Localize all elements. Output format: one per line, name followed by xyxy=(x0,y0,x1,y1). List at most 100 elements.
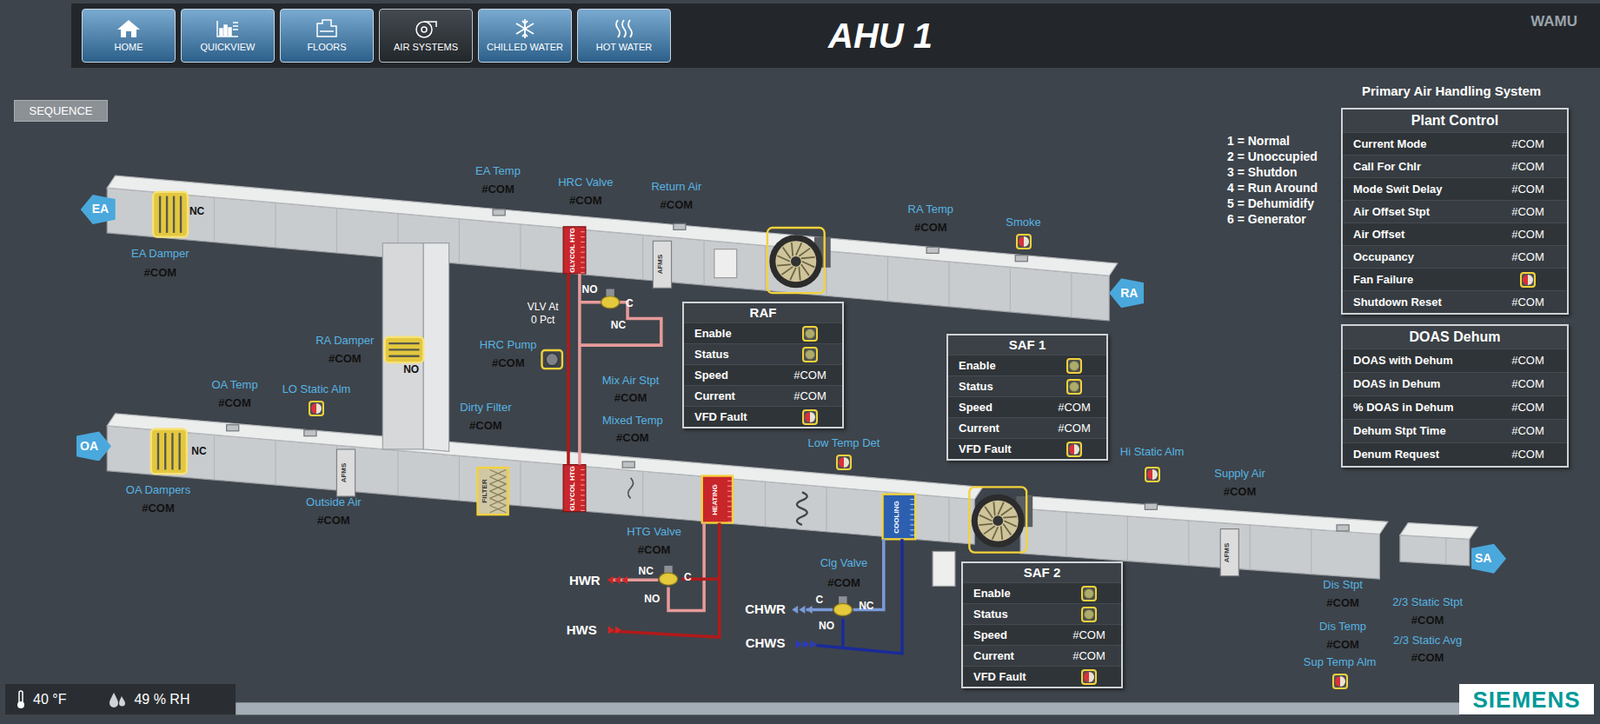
alarm-lamp-icon xyxy=(838,457,850,468)
point-value[interactable]: #COM xyxy=(1411,613,1445,627)
panel-row: Air Offset Stpt#COM xyxy=(1342,199,1567,223)
row-label: % DOAS in Dehum xyxy=(1353,398,1489,417)
point-value[interactable]: #COM xyxy=(328,351,362,366)
point-label: 2/3 Static Avg xyxy=(1393,632,1462,646)
panel-row: Dehum Stpt Time#COM xyxy=(1342,418,1567,443)
row-value-cell: #COM xyxy=(1056,647,1122,665)
panel-row: Current#COM xyxy=(962,644,1122,666)
alarm-lamp-icon xyxy=(1018,236,1030,247)
row-value-cell: #COM xyxy=(1488,203,1567,221)
flow-arrow: RA xyxy=(1108,278,1144,308)
panel-row: Enable xyxy=(962,582,1122,604)
point-value[interactable]: #COM xyxy=(614,391,648,405)
flow-arrow: OA xyxy=(76,431,112,461)
position-tag: NO xyxy=(643,592,660,605)
point-alarm[interactable] xyxy=(836,454,852,471)
row-value: #COM xyxy=(1511,422,1545,440)
row-value: #COM xyxy=(1511,158,1545,176)
row-label: Enable xyxy=(973,584,1057,603)
panel-title: RAF xyxy=(683,303,843,323)
position-tag: NC xyxy=(858,599,874,612)
point-value[interactable]: #COM xyxy=(1326,596,1360,610)
row-value: #COM xyxy=(793,387,827,405)
equipment-label: AFMS xyxy=(338,463,347,484)
row-label: Status xyxy=(958,378,1043,396)
equipment-label: GLYCOL HTG xyxy=(567,227,576,273)
nav-label: HOT WATER xyxy=(596,41,653,54)
sequence-button[interactable]: SEQUENCE xyxy=(13,99,108,122)
row-value-cell: #COM xyxy=(1488,248,1567,266)
point-value[interactable]: #COM xyxy=(469,418,503,432)
position-tag: NC xyxy=(191,444,206,458)
alarm-indicator xyxy=(836,454,852,471)
row-value: #COM xyxy=(1511,203,1545,221)
pipe-label: CHWR xyxy=(744,601,786,617)
point-alarm[interactable] xyxy=(308,400,325,417)
status-lamp-icon xyxy=(804,328,816,339)
point-alarm[interactable] xyxy=(1144,466,1161,483)
row-value-cell: #COM xyxy=(1488,293,1567,312)
point-value[interactable]: #COM xyxy=(1223,484,1257,498)
point-value[interactable]: #COM xyxy=(569,193,603,207)
row-value-cell xyxy=(777,409,843,425)
row-value-cell: #COM xyxy=(777,387,843,405)
row-value-cell: #COM xyxy=(1488,375,1567,393)
point-alarm[interactable] xyxy=(1015,233,1032,250)
nav-button[interactable]: QUICKVIEW xyxy=(180,8,275,63)
panel-row: Fan Failure xyxy=(1342,267,1567,291)
point-value[interactable]: #COM xyxy=(637,543,671,557)
nav-button[interactable]: FLOORS xyxy=(279,8,374,63)
nav-button[interactable]: AIR SYSTEMS xyxy=(378,8,473,63)
equipment-label: COOLING xyxy=(891,500,900,533)
point-value[interactable]: #COM xyxy=(616,430,650,444)
point-label: Dis Stpt xyxy=(1322,577,1363,591)
point-value[interactable]: #COM xyxy=(491,356,525,370)
mode-legend-item: 5 = Dehumidify xyxy=(1227,195,1318,212)
alarm-indicator xyxy=(1066,441,1083,458)
point-value[interactable]: #COM xyxy=(481,182,515,196)
point-label: RA Damper xyxy=(315,333,374,347)
point-value[interactable]: #COM xyxy=(827,575,861,589)
panel-row: DOAS in Dehum#COM xyxy=(1342,371,1567,396)
point-value[interactable]: #COM xyxy=(660,198,694,212)
snowflake-icon xyxy=(511,18,538,40)
mode-legend-item: 4 = Run Around xyxy=(1227,179,1318,196)
row-value-cell: #COM xyxy=(1042,419,1107,438)
nav-button[interactable]: CHILLED WATER xyxy=(478,8,572,63)
row-label: Mode Swit Delay xyxy=(1353,180,1489,199)
doas-dehum-panel: DOAS DehumDOAS with Dehum#COMDOAS in Deh… xyxy=(1341,324,1569,468)
chart-icon xyxy=(214,18,241,40)
point-label: Dis Temp xyxy=(1319,619,1367,633)
point-value[interactable]: #COM xyxy=(1411,650,1445,664)
row-value-cell: #COM xyxy=(1042,398,1107,417)
equipment-label: HEATING xyxy=(710,484,718,515)
alarm-lamp-icon xyxy=(311,403,322,414)
point-value[interactable]: #COM xyxy=(141,500,175,514)
point-value[interactable]: #COM xyxy=(144,265,178,279)
point-value[interactable]: #COM xyxy=(317,513,351,527)
nav-button[interactable]: HOME xyxy=(81,8,176,63)
panel-title: SAF 2 xyxy=(962,563,1122,583)
page-title: AHU 1 xyxy=(828,15,933,56)
point-value[interactable]: #COM xyxy=(1326,637,1360,651)
nav-label: HOME xyxy=(114,41,144,54)
row-value-cell: #COM xyxy=(1488,135,1567,153)
row-value: #COM xyxy=(1511,351,1545,370)
point-label: Clg Valve xyxy=(820,556,869,570)
outdoor-humidity: 49 % RH xyxy=(133,689,190,711)
status-indicator xyxy=(1081,585,1097,602)
position-tag: NO xyxy=(582,283,598,296)
point-value[interactable]: #COM xyxy=(914,219,948,233)
mode-legend-item: 1 = Normal xyxy=(1227,132,1318,149)
point-alarm[interactable] xyxy=(1332,673,1348,690)
status-lamp-icon xyxy=(1068,360,1080,372)
row-value-cell xyxy=(1042,441,1107,458)
nav-button[interactable]: HOT WATER xyxy=(577,8,671,63)
status-indicator xyxy=(1066,378,1083,395)
row-label: Enable xyxy=(694,325,778,343)
alarm-indicator xyxy=(802,409,818,425)
fan-icon xyxy=(412,18,439,40)
panel-row: Enable xyxy=(948,354,1107,376)
point-value[interactable]: #COM xyxy=(218,395,252,409)
panel-row: Denum Request#COM xyxy=(1342,442,1567,466)
